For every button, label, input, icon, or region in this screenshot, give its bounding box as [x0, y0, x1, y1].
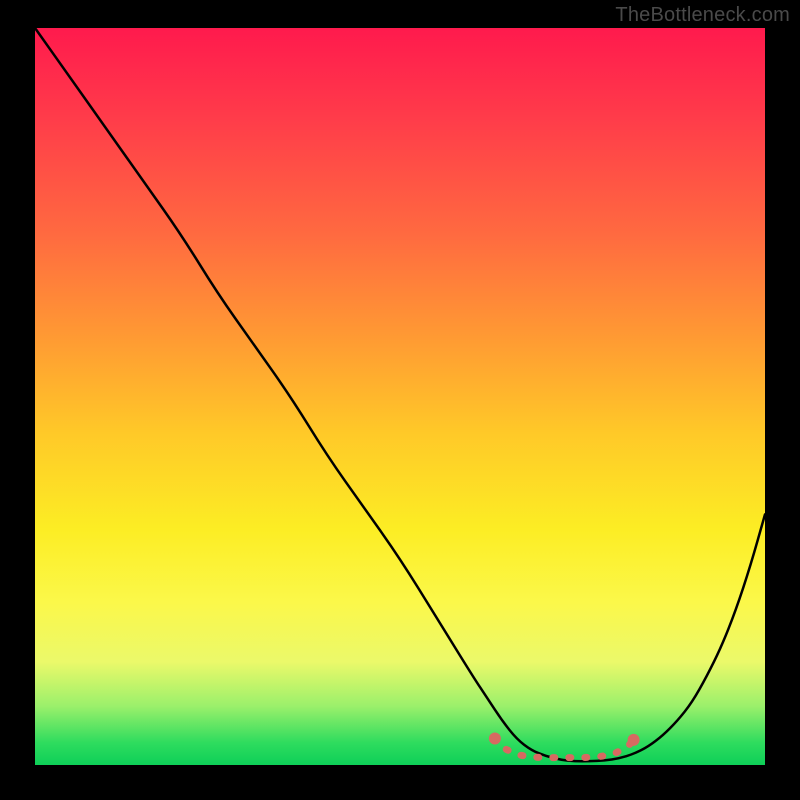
- optimum-markers: [489, 733, 640, 758]
- watermark-label: TheBottleneck.com: [615, 4, 790, 27]
- optimum-band-line: [495, 739, 634, 758]
- chart-plot-area: [35, 28, 765, 765]
- curve-line: [35, 28, 765, 761]
- chart-stage: TheBottleneck.com: [0, 0, 800, 800]
- chart-svg: [35, 28, 765, 765]
- optimum-end-dot: [489, 733, 501, 745]
- optimum-end-dot: [628, 734, 640, 746]
